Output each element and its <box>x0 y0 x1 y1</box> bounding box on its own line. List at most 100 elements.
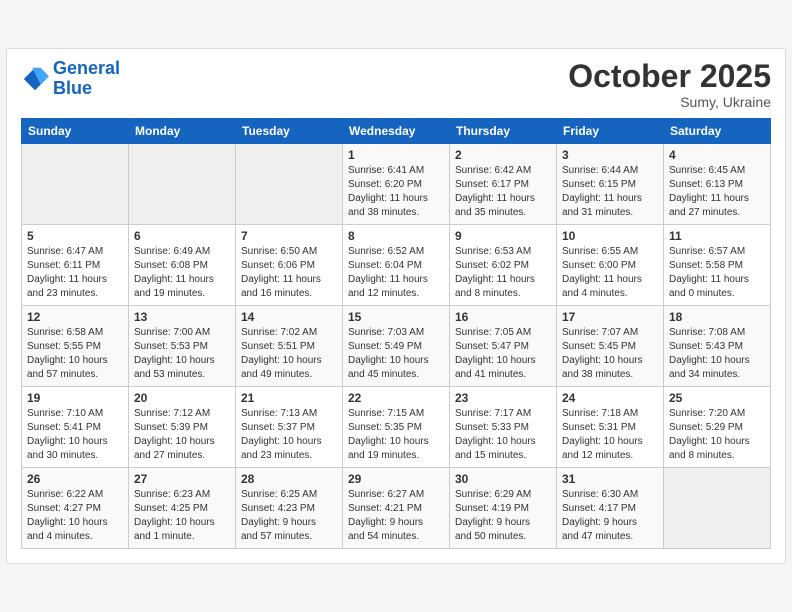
day-cell: 2 Sunrise: 6:42 AM Sunset: 6:17 PM Daylig… <box>450 144 557 225</box>
header-row: SundayMondayTuesdayWednesdayThursdayFrid… <box>22 119 771 144</box>
day-number: 7 <box>241 229 337 243</box>
day-info: Sunrise: 7:17 AM Sunset: 5:33 PM Dayligh… <box>455 407 551 463</box>
logo-text: General Blue <box>53 59 120 99</box>
month-title: October 2025 <box>568 59 771 94</box>
day-info: Sunrise: 7:10 AM Sunset: 5:41 PM Dayligh… <box>27 407 123 463</box>
week-row-4: 26 Sunrise: 6:22 AM Sunset: 4:27 PM Dayli… <box>22 468 771 549</box>
day-info: Sunrise: 6:49 AM Sunset: 6:08 PM Dayligh… <box>134 245 230 301</box>
location: Sumy, Ukraine <box>568 94 771 110</box>
day-info: Sunrise: 6:30 AM Sunset: 4:17 PM Dayligh… <box>562 488 658 544</box>
logo-line1: General <box>53 58 120 78</box>
day-info: Sunrise: 6:58 AM Sunset: 5:55 PM Dayligh… <box>27 326 123 382</box>
day-info: Sunrise: 6:50 AM Sunset: 6:06 PM Dayligh… <box>241 245 337 301</box>
day-number: 3 <box>562 148 658 162</box>
day-cell: 4Sunrise: 6:45 AM Sunset: 6:13 PM Daylig… <box>664 144 771 225</box>
day-header-tuesday: Tuesday <box>236 119 343 144</box>
day-info: Sunrise: 6:41 AM Sunset: 6:20 PM Dayligh… <box>348 164 444 220</box>
day-number: 21 <box>241 391 337 405</box>
day-info: Sunrise: 7:07 AM Sunset: 5:45 PM Dayligh… <box>562 326 658 382</box>
day-header-monday: Monday <box>129 119 236 144</box>
day-cell: 20 Sunrise: 7:12 AM Sunset: 5:39 PM Dayli… <box>129 387 236 468</box>
day-info: Sunrise: 7:05 AM Sunset: 5:47 PM Dayligh… <box>455 326 551 382</box>
day-number: 16 <box>455 310 551 324</box>
week-row-0: 1 Sunrise: 6:41 AM Sunset: 6:20 PM Daylig… <box>22 144 771 225</box>
day-number: 2 <box>455 148 551 162</box>
day-info: Sunrise: 7:03 AM Sunset: 5:49 PM Dayligh… <box>348 326 444 382</box>
header: General Blue October 2025 Sumy, Ukraine <box>21 59 771 110</box>
day-cell <box>236 144 343 225</box>
day-cell: 21Sunrise: 7:13 AM Sunset: 5:37 PM Dayli… <box>236 387 343 468</box>
day-cell: 8Sunrise: 6:52 AM Sunset: 6:04 PM Daylig… <box>343 225 450 306</box>
day-cell: 30 Sunrise: 6:29 AM Sunset: 4:19 PM Dayli… <box>450 468 557 549</box>
day-info: Sunrise: 7:20 AM Sunset: 5:29 PM Dayligh… <box>669 407 765 463</box>
day-number: 17 <box>562 310 658 324</box>
day-info: Sunrise: 6:52 AM Sunset: 6:04 PM Dayligh… <box>348 245 444 301</box>
day-cell <box>664 468 771 549</box>
day-cell: 31 Sunrise: 6:30 AM Sunset: 4:17 PM Dayli… <box>557 468 664 549</box>
day-info: Sunrise: 6:23 AM Sunset: 4:25 PM Dayligh… <box>134 488 230 544</box>
week-row-3: 19 Sunrise: 7:10 AM Sunset: 5:41 PM Dayli… <box>22 387 771 468</box>
day-number: 20 <box>134 391 230 405</box>
day-number: 15 <box>348 310 444 324</box>
day-number: 24 <box>562 391 658 405</box>
day-number: 18 <box>669 310 765 324</box>
day-cell: 29Sunrise: 6:27 AM Sunset: 4:21 PM Dayli… <box>343 468 450 549</box>
day-cell <box>129 144 236 225</box>
day-cell: 17 Sunrise: 7:07 AM Sunset: 5:45 PM Dayli… <box>557 306 664 387</box>
week-row-2: 12 Sunrise: 6:58 AM Sunset: 5:55 PM Dayli… <box>22 306 771 387</box>
day-number: 22 <box>348 391 444 405</box>
day-cell: 13Sunrise: 7:00 AM Sunset: 5:53 PM Dayli… <box>129 306 236 387</box>
calendar-container: General Blue October 2025 Sumy, Ukraine … <box>6 48 786 564</box>
day-info: Sunrise: 6:27 AM Sunset: 4:21 PM Dayligh… <box>348 488 444 544</box>
day-cell: 27 Sunrise: 6:23 AM Sunset: 4:25 PM Dayli… <box>129 468 236 549</box>
calendar-grid: SundayMondayTuesdayWednesdayThursdayFrid… <box>21 118 771 549</box>
day-number: 27 <box>134 472 230 486</box>
day-info: Sunrise: 6:45 AM Sunset: 6:13 PM Dayligh… <box>669 164 765 220</box>
day-info: Sunrise: 7:18 AM Sunset: 5:31 PM Dayligh… <box>562 407 658 463</box>
day-number: 5 <box>27 229 123 243</box>
day-header-wednesday: Wednesday <box>343 119 450 144</box>
day-cell: 3Sunrise: 6:44 AM Sunset: 6:15 PM Daylig… <box>557 144 664 225</box>
day-cell <box>22 144 129 225</box>
day-info: Sunrise: 6:42 AM Sunset: 6:17 PM Dayligh… <box>455 164 551 220</box>
day-number: 10 <box>562 229 658 243</box>
day-cell: 6 Sunrise: 6:49 AM Sunset: 6:08 PM Daylig… <box>129 225 236 306</box>
day-number: 30 <box>455 472 551 486</box>
day-cell: 1 Sunrise: 6:41 AM Sunset: 6:20 PM Daylig… <box>343 144 450 225</box>
day-cell: 25Sunrise: 7:20 AM Sunset: 5:29 PM Dayli… <box>664 387 771 468</box>
day-info: Sunrise: 6:22 AM Sunset: 4:27 PM Dayligh… <box>27 488 123 544</box>
day-number: 26 <box>27 472 123 486</box>
day-number: 28 <box>241 472 337 486</box>
day-info: Sunrise: 7:08 AM Sunset: 5:43 PM Dayligh… <box>669 326 765 382</box>
title-block: October 2025 Sumy, Ukraine <box>568 59 771 110</box>
day-cell: 23 Sunrise: 7:17 AM Sunset: 5:33 PM Dayli… <box>450 387 557 468</box>
day-info: Sunrise: 7:15 AM Sunset: 5:35 PM Dayligh… <box>348 407 444 463</box>
day-info: Sunrise: 7:00 AM Sunset: 5:53 PM Dayligh… <box>134 326 230 382</box>
day-header-friday: Friday <box>557 119 664 144</box>
day-number: 1 <box>348 148 444 162</box>
day-number: 11 <box>669 229 765 243</box>
day-info: Sunrise: 6:47 AM Sunset: 6:11 PM Dayligh… <box>27 245 123 301</box>
logo-line2: Blue <box>53 78 92 98</box>
day-cell: 12 Sunrise: 6:58 AM Sunset: 5:55 PM Dayli… <box>22 306 129 387</box>
day-cell: 24 Sunrise: 7:18 AM Sunset: 5:31 PM Dayli… <box>557 387 664 468</box>
logo: General Blue <box>21 59 120 99</box>
day-cell: 10Sunrise: 6:55 AM Sunset: 6:00 PM Dayli… <box>557 225 664 306</box>
day-cell: 28Sunrise: 6:25 AM Sunset: 4:23 PM Dayli… <box>236 468 343 549</box>
day-number: 14 <box>241 310 337 324</box>
day-cell: 15 Sunrise: 7:03 AM Sunset: 5:49 PM Dayli… <box>343 306 450 387</box>
day-info: Sunrise: 6:29 AM Sunset: 4:19 PM Dayligh… <box>455 488 551 544</box>
day-info: Sunrise: 6:53 AM Sunset: 6:02 PM Dayligh… <box>455 245 551 301</box>
day-cell: 11 Sunrise: 6:57 AM Sunset: 5:58 PM Dayli… <box>664 225 771 306</box>
day-number: 19 <box>27 391 123 405</box>
day-number: 6 <box>134 229 230 243</box>
day-cell: 19 Sunrise: 7:10 AM Sunset: 5:41 PM Dayli… <box>22 387 129 468</box>
day-number: 31 <box>562 472 658 486</box>
day-info: Sunrise: 7:02 AM Sunset: 5:51 PM Dayligh… <box>241 326 337 382</box>
day-number: 9 <box>455 229 551 243</box>
logo-icon <box>21 65 49 93</box>
day-info: Sunrise: 6:57 AM Sunset: 5:58 PM Dayligh… <box>669 245 765 301</box>
day-number: 12 <box>27 310 123 324</box>
day-number: 23 <box>455 391 551 405</box>
day-info: Sunrise: 7:12 AM Sunset: 5:39 PM Dayligh… <box>134 407 230 463</box>
